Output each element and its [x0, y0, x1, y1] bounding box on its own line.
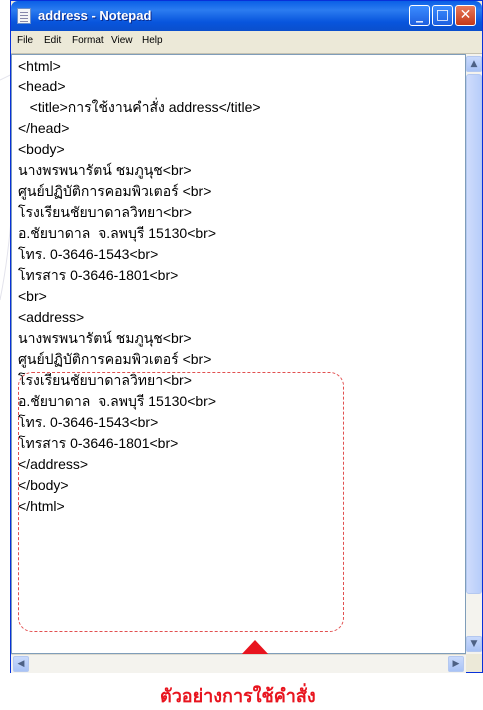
address-highlight-box — [18, 372, 344, 632]
editor-line: โทร. 0-3646-1543<br> — [18, 246, 159, 262]
resize-grip-icon[interactable] — [466, 654, 482, 672]
maximize-icon: □ — [435, 7, 450, 23]
editor-line: <br> — [18, 288, 47, 304]
notepad-window: address - Notepad _ □ ✕ File Edit Format… — [10, 0, 483, 707]
menu-edit[interactable]: Edit — [44, 35, 61, 46]
editor-line: <html> — [18, 58, 61, 74]
vertical-scroll-thumb[interactable] — [466, 74, 482, 594]
menu-format[interactable]: Format — [72, 35, 104, 46]
chevron-up-icon: ▲ — [470, 59, 478, 69]
maximize-button[interactable]: □ — [432, 5, 453, 26]
title-bar[interactable]: address - Notepad _ □ ✕ — [11, 1, 482, 31]
scroll-right-button[interactable]: ▶ — [448, 656, 464, 672]
scroll-up-button[interactable]: ▲ — [466, 56, 482, 72]
close-icon: ✕ — [459, 7, 472, 23]
horizontal-scrollbar[interactable]: ◀ ▶ — [11, 654, 466, 673]
editor-line: <address> — [18, 309, 85, 325]
editor-line: โรงเรียนชัยบาดาลวิทยา<br> — [18, 204, 192, 220]
minimize-button[interactable]: _ — [409, 5, 430, 26]
vertical-scrollbar[interactable]: ▲ ▼ — [466, 54, 482, 654]
chevron-right-icon: ▶ — [452, 659, 460, 669]
editor-line: <body> — [18, 141, 65, 157]
menu-bar: File Edit Format View Help — [11, 31, 482, 54]
editor-line: ศูนย์ปฏิบัติการคอมพิวเตอร์ <br> — [18, 351, 212, 367]
editor-line: <title>การใช้งานคำสั่ง address</title> — [18, 99, 261, 115]
menu-help[interactable]: Help — [142, 35, 163, 46]
editor-line: นางพรพนารัตน์ ชมภูนุช<br> — [18, 162, 192, 178]
editor-line: </head> — [18, 120, 70, 136]
menu-view[interactable]: View — [111, 35, 133, 46]
close-button[interactable]: ✕ — [455, 5, 476, 26]
scroll-left-button[interactable]: ◀ — [13, 656, 29, 672]
example-caption: ตัวอย่างการใช้คำสั่ง — [160, 686, 316, 707]
chevron-down-icon: ▼ — [470, 639, 478, 649]
minimize-icon: _ — [416, 7, 423, 23]
menu-file[interactable]: File — [17, 35, 33, 46]
editor-line: โทรสาร 0-3646-1801<br> — [18, 267, 179, 283]
editor-line: ศูนย์ปฏิบัติการคอมพิวเตอร์ <br> — [18, 183, 212, 199]
editor-line: อ.ชัยบาดาล จ.ลพบุรี 15130<br> — [18, 225, 216, 241]
chevron-left-icon: ◀ — [17, 659, 25, 669]
editor-line: <head> — [18, 78, 66, 94]
scroll-down-button[interactable]: ▼ — [466, 636, 482, 652]
text-editor-area[interactable]: <html> <head> <title>การใช้งานคำสั่ง add… — [11, 54, 466, 707]
editor-line: นางพรพนารัตน์ ชมภูนุช<br> — [18, 330, 192, 346]
notepad-app-icon — [17, 8, 31, 24]
window-title: address - Notepad — [38, 8, 152, 23]
